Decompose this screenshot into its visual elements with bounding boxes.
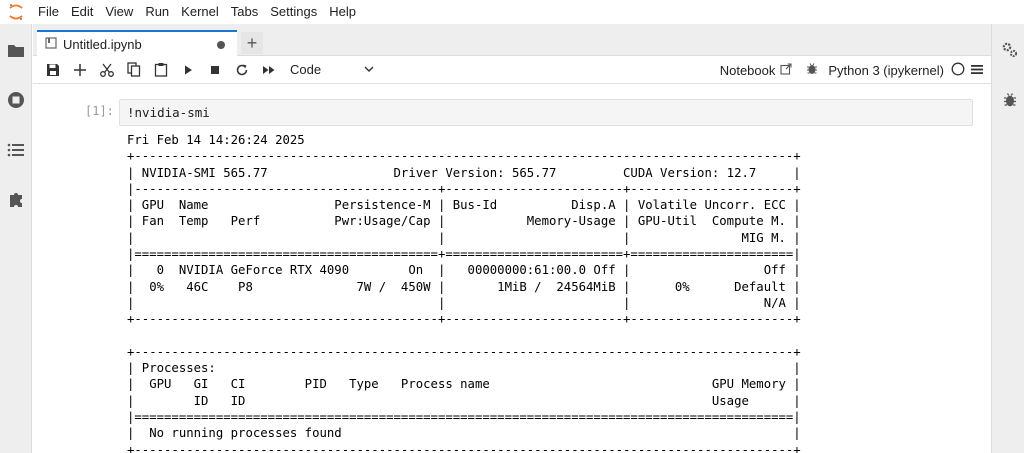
refresh-icon [236,64,247,75]
menu-hamburger-icon[interactable] [971,63,983,78]
cell-output: Fri Feb 14 14:26:24 2025 +---------------… [127,132,801,453]
main-panel: Untitled.ipynb + Code Notebook Python 3 … [33,24,991,453]
output-line: +---------------------------------------… [127,149,801,164]
kernel-status-idle-icon [951,62,965,79]
copy-button[interactable] [120,58,147,82]
play-icon [184,65,192,74]
output-line: |=======================================… [127,247,801,262]
output-line: | Processes: | [127,361,801,376]
menu-file[interactable]: File [32,0,65,24]
menu-items: File Edit View Run Kernel Tabs Settings Help [32,0,362,24]
right-sidebar [991,24,1024,453]
output-line: +---------------------------------------… [127,312,801,327]
save-button[interactable] [39,58,66,82]
output-line: | Fan Temp Perf Pwr:Usage/Cap | Memory-U… [127,214,801,229]
output-line: | GPU GI CI PID Type Process name GPU Me… [127,377,801,392]
menu-bar: File Edit View Run Kernel Tabs Settings Help [0,0,1024,24]
left-sidebar [0,24,32,453]
menu-view[interactable]: View [99,0,139,24]
notebook-content: [1]: !nvidia-smi Fri Feb 14 14:26:24 202… [33,85,991,453]
output-line: |---------------------------------------… [127,181,801,196]
tab-notebook[interactable]: Untitled.ipynb [37,30,237,57]
new-tab-button[interactable]: + [241,32,263,54]
cell-type-value: Code [290,62,322,77]
code-cell-input[interactable]: !nvidia-smi [119,99,973,126]
interrupt-kernel-button[interactable] [201,58,228,82]
cell-prompt: [1]: [85,104,114,118]
jupyter-logo-icon [0,0,32,24]
chevron-down-icon [364,66,374,72]
cell-type-select[interactable]: Code [290,62,374,77]
output-line: Fri Feb 14 14:26:24 2025 [127,133,305,147]
code-text: !nvidia-smi [127,105,210,120]
plus-icon [73,63,86,76]
clipboard-icon [154,63,167,77]
restart-kernel-button[interactable] [228,58,255,82]
output-line: |=======================================… [127,410,801,425]
extension-puzzle-icon[interactable] [6,190,26,210]
menu-kernel[interactable]: Kernel [175,0,225,24]
stop-icon [210,65,219,74]
plus-icon: + [246,32,258,53]
menu-settings[interactable]: Settings [264,0,323,24]
toolbar-right: Notebook Python 3 (ipykernel) [720,56,983,84]
output-line: | ID ID Usage | [127,393,801,408]
scissors-icon [99,63,114,77]
debugger-bug-icon[interactable] [806,62,818,78]
notebook-label[interactable]: Notebook [720,63,776,78]
output-line: | | | N/A | [127,295,801,310]
output-line: +---------------------------------------… [127,344,801,359]
open-external-icon[interactable] [780,62,792,78]
debugger-panel-bug-icon[interactable] [1000,90,1020,110]
cut-button[interactable] [93,58,120,82]
restart-run-all-button[interactable] [255,58,282,82]
menu-help[interactable]: Help [323,0,362,24]
output-line: | NVIDIA-SMI 565.77 Driver Version: 565.… [127,165,801,180]
property-inspector-gears-icon[interactable] [1000,40,1020,60]
output-line: | | | MIG M. | [127,230,801,245]
table-of-contents-icon[interactable] [6,140,26,160]
fast-forward-icon [262,65,274,74]
notebook-toolbar: Code Notebook Python 3 (ipykernel) [33,56,991,84]
notebook-file-icon [45,37,57,52]
output-line: +---------------------------------------… [127,442,801,453]
tab-bar: Untitled.ipynb + [33,24,991,57]
menu-run[interactable]: Run [139,0,175,24]
output-line: | 0% 46C P8 7W / 450W | 1MiB / 24564MiB … [127,279,801,294]
copy-icon [126,62,140,77]
running-kernels-icon[interactable] [6,90,26,110]
kernel-name[interactable]: Python 3 (ipykernel) [828,63,944,78]
output-line: | 0 NVIDIA GeForce RTX 4090 On | 0000000… [127,263,801,278]
output-line: | No running processes found | [127,426,801,441]
folder-icon[interactable] [6,40,26,60]
unsaved-dot-icon[interactable] [217,40,225,49]
menu-edit[interactable]: Edit [65,0,99,24]
output-line: | GPU Name Persistence-M | Bus-Id Disp.A… [127,198,801,213]
tab-title: Untitled.ipynb [63,37,142,52]
paste-button[interactable] [147,58,174,82]
run-cell-button[interactable] [174,58,201,82]
insert-cell-button[interactable] [66,58,93,82]
menu-tabs[interactable]: Tabs [225,0,264,24]
save-icon [46,63,59,76]
